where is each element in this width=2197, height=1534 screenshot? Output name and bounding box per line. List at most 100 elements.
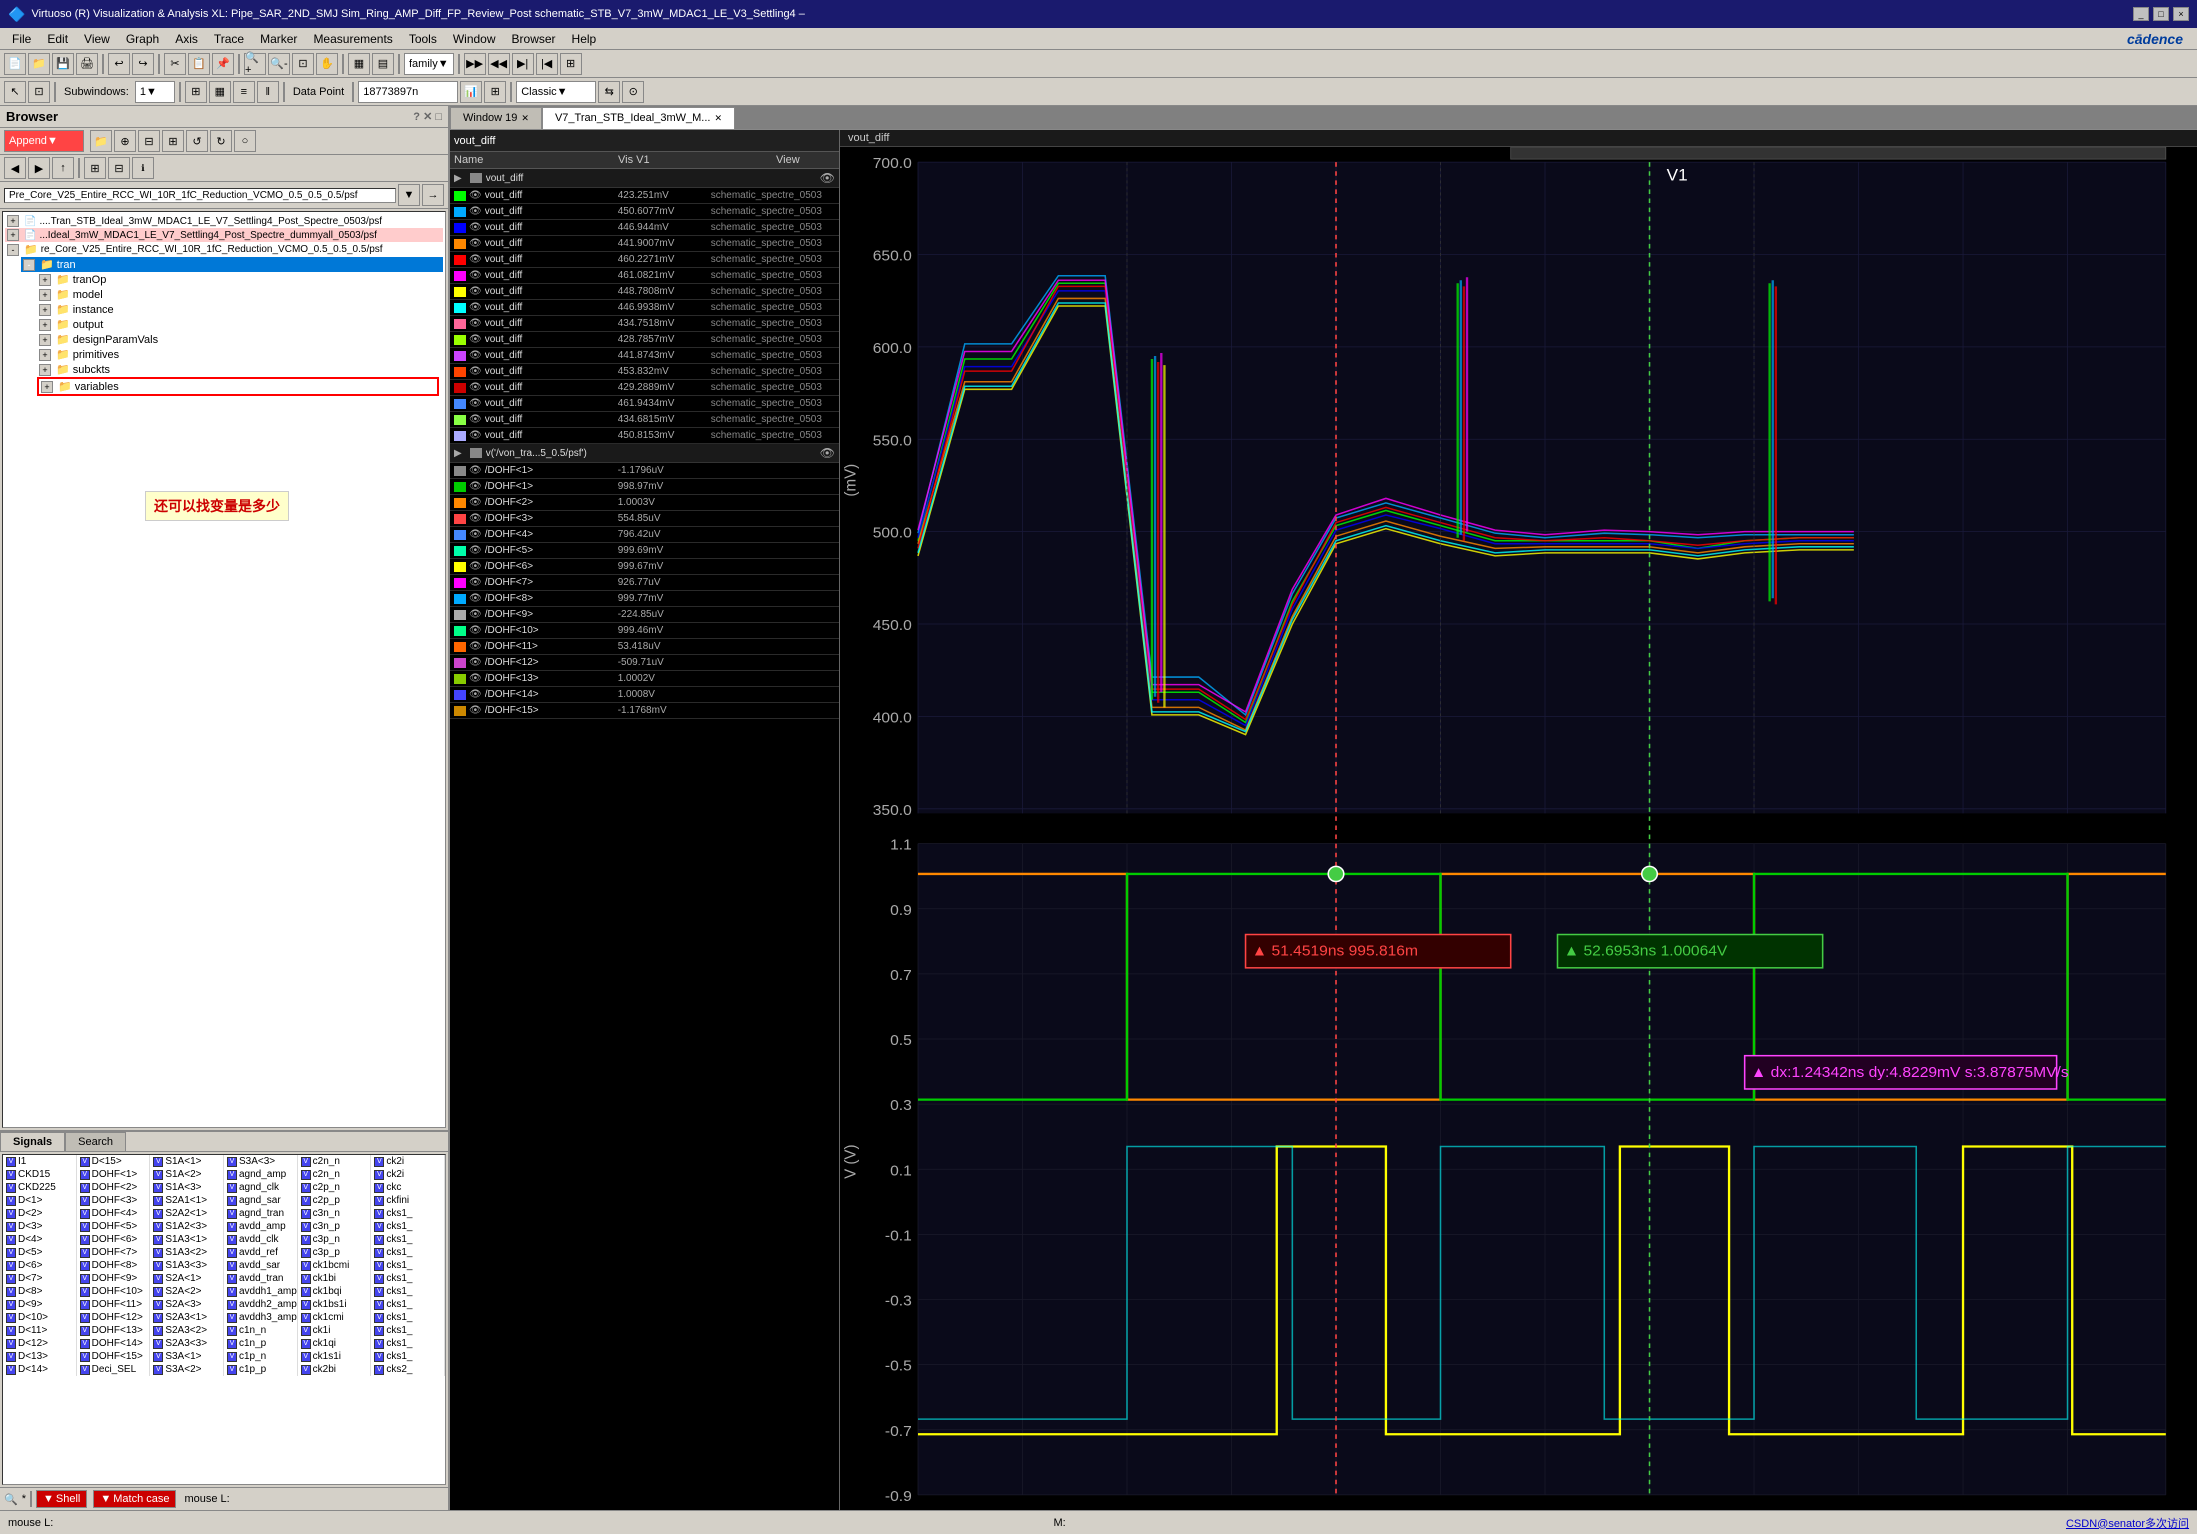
sl-signal2-item[interactable]: 👁 /DOHF<14> 1.0008V (450, 687, 839, 703)
tb-table2-button[interactable]: ⊞ (484, 81, 506, 103)
signal-cell[interactable]: Vcks2_ (371, 1363, 445, 1376)
menu-edit[interactable]: Edit (39, 30, 76, 48)
br-btn7[interactable]: ○ (234, 130, 256, 152)
signal-cell[interactable]: Vavddh1_amp (224, 1285, 298, 1298)
sl-signal2-item[interactable]: 👁 /DOHF<10> 999.46mV (450, 623, 839, 639)
signal-cell[interactable]: Vcks1_ (371, 1246, 445, 1259)
signal-cell[interactable]: Vck1bs1i (298, 1298, 372, 1311)
expand-icon-dpv[interactable]: + (39, 334, 51, 346)
sl-signal2-item[interactable]: 👁 /DOHF<1> -1.1796uV (450, 463, 839, 479)
tab-search[interactable]: Search (65, 1132, 126, 1151)
signal-cell[interactable]: VD<7> (3, 1272, 77, 1285)
signal-cell[interactable]: VD<2> (3, 1207, 77, 1220)
expand-icon-output[interactable]: + (39, 319, 51, 331)
signal-cell[interactable]: Vagnd_tran (224, 1207, 298, 1220)
signal-cell[interactable]: VDOHF<14> (77, 1337, 151, 1350)
signal-cell[interactable]: Vck1cmi (298, 1311, 372, 1324)
signal-cell[interactable]: Vck1i (298, 1324, 372, 1337)
tb-grid1-button[interactable]: ▦ (348, 53, 370, 75)
signal-cell[interactable]: Vc1p_n (224, 1350, 298, 1363)
tb-style-btn2[interactable]: ⊙ (622, 81, 644, 103)
menu-window[interactable]: Window (445, 30, 504, 48)
signal-cell[interactable]: VS2A3<3> (150, 1337, 224, 1350)
tb-pan-button[interactable]: ✋ (316, 53, 338, 75)
menu-tools[interactable]: Tools (401, 30, 445, 48)
tb-family-btn4[interactable]: |◀ (536, 53, 558, 75)
tb-redo-button[interactable]: ↪ (132, 53, 154, 75)
menu-browser[interactable]: Browser (504, 30, 564, 48)
signal-cell[interactable]: VD<11> (3, 1324, 77, 1337)
signal-cell[interactable]: VS1A2<3> (150, 1220, 224, 1233)
signal-cell[interactable]: Vcks1_ (371, 1272, 445, 1285)
expand-icon-tranop[interactable]: + (39, 274, 51, 286)
sl-signal2-item[interactable]: 👁 /DOHF<5> 999.69mV (450, 543, 839, 559)
signal-cell[interactable]: VS1A3<2> (150, 1246, 224, 1259)
signal-cell[interactable]: VD<3> (3, 1220, 77, 1233)
signal-cell[interactable]: VCKD15 (3, 1168, 77, 1181)
signal-cell[interactable]: Vcks1_ (371, 1259, 445, 1272)
signal-cell[interactable]: VD<8> (3, 1285, 77, 1298)
sl-signal-item[interactable]: 👁 vout_diff 429.2889mV schematic_spectre… (450, 380, 839, 396)
sl-signal-item[interactable]: 👁 vout_diff 461.9434mV schematic_spectre… (450, 396, 839, 412)
tree-item-2[interactable]: - 📁 re_Core_V25_Entire_RCC_WI_10R_1fC_Re… (5, 242, 443, 257)
signal-cell[interactable]: VD<5> (3, 1246, 77, 1259)
signal-cell[interactable]: VDOHF<12> (77, 1311, 151, 1324)
sl-signal2-item[interactable]: 👁 /DOHF<8> 999.77mV (450, 591, 839, 607)
signal-cell[interactable]: VDOHF<15> (77, 1350, 151, 1363)
signal-cell[interactable]: Vavddh2_amp (224, 1298, 298, 1311)
tb-layout-btn2[interactable]: ▦ (209, 81, 231, 103)
tb-table-button[interactable]: ⊞ (560, 53, 582, 75)
br-btn6[interactable]: ↻ (210, 130, 232, 152)
path-dropdown-btn[interactable]: ▼ (398, 184, 420, 206)
signal-cell[interactable]: Vck1bqi (298, 1285, 372, 1298)
tree-item-variables[interactable]: + 📁 variables (37, 377, 439, 396)
nav-up[interactable]: ↑ (52, 157, 74, 179)
plot-content[interactable]: 700.0 650.0 600.0 550.0 500.0 450.0 400.… (840, 147, 2197, 1510)
tb-style-btn1[interactable]: ⇆ (598, 81, 620, 103)
signal-cell[interactable]: VS1A3<3> (150, 1259, 224, 1272)
sl-signal2-item[interactable]: 👁 /DOHF<12> -509.71uV (450, 655, 839, 671)
browser-path-text[interactable]: Pre_Core_V25_Entire_RCC_WI_10R_1fC_Reduc… (4, 188, 396, 203)
family-dropdown[interactable]: family▼ (404, 53, 454, 75)
menu-measurements[interactable]: Measurements (305, 30, 400, 48)
signal-cell[interactable]: VD<9> (3, 1298, 77, 1311)
signal-cell[interactable]: Vcks1_ (371, 1311, 445, 1324)
signal-cell[interactable]: Vcks1_ (371, 1350, 445, 1363)
sl-signal-item[interactable]: 👁 vout_diff 428.7857mV schematic_spectre… (450, 332, 839, 348)
style-dropdown[interactable]: Classic▼ (516, 81, 596, 103)
menu-help[interactable]: Help (564, 30, 605, 48)
tb-family-btn3[interactable]: ▶| (512, 53, 534, 75)
expand-icon-prim[interactable]: + (39, 349, 51, 361)
tree-item-0[interactable]: + 📄 ....Tran_STB_Ideal_3mW_MDAC1_LE_V7_S… (5, 214, 443, 228)
signal-cell[interactable]: VD<15> (77, 1155, 151, 1168)
signal-cell[interactable]: VS2A2<1> (150, 1207, 224, 1220)
tb-layout-btn4[interactable]: ‖ (257, 81, 279, 103)
signal-cell[interactable]: Vc1n_p (224, 1337, 298, 1350)
maximize-button[interactable]: □ (2153, 7, 2169, 21)
sl-signal-item[interactable]: 👁 vout_diff 453.832mV schematic_spectre_… (450, 364, 839, 380)
signal-cell[interactable]: Vavdd_sar (224, 1259, 298, 1272)
signal-cell[interactable]: VS1A<2> (150, 1168, 224, 1181)
signal-cell[interactable]: VD<13> (3, 1350, 77, 1363)
signal-cell[interactable]: Vavdd_amp (224, 1220, 298, 1233)
tree-item-instance[interactable]: + 📁 instance (37, 302, 443, 317)
sl-group-1[interactable]: ▶ vout_diff 👁 (450, 169, 839, 188)
signal-cell[interactable]: Vckc (371, 1181, 445, 1194)
tb-zoom-fit-button[interactable]: ⊡ (292, 53, 314, 75)
tree-item-primitives[interactable]: + 📁 primitives (37, 347, 443, 362)
tb-zoom-in-button[interactable]: 🔍+ (244, 53, 266, 75)
tree-item-1[interactable]: + 📄 ...Ideal_3mW_MDAC1_LE_V7_Settling4_P… (5, 228, 443, 242)
tb-copy-button[interactable]: 📋 (188, 53, 210, 75)
signal-cell[interactable]: Vc3n_p (298, 1220, 372, 1233)
signal-cell[interactable]: Vck1qi (298, 1337, 372, 1350)
expand-icon-2[interactable]: - (7, 244, 19, 256)
browser-tree[interactable]: + 📄 ....Tran_STB_Ideal_3mW_MDAC1_LE_V7_S… (2, 211, 446, 1128)
datapoint-input[interactable] (358, 81, 458, 103)
menu-view[interactable]: View (76, 30, 118, 48)
menu-marker[interactable]: Marker (252, 30, 305, 48)
signal-cell[interactable]: Vagnd_amp (224, 1168, 298, 1181)
expand-icon-tran[interactable]: - (23, 259, 35, 271)
signal-cell[interactable]: Vagnd_clk (224, 1181, 298, 1194)
signal-cell[interactable]: Vcks1_ (371, 1233, 445, 1246)
tb-select-button[interactable]: ⊡ (28, 81, 50, 103)
